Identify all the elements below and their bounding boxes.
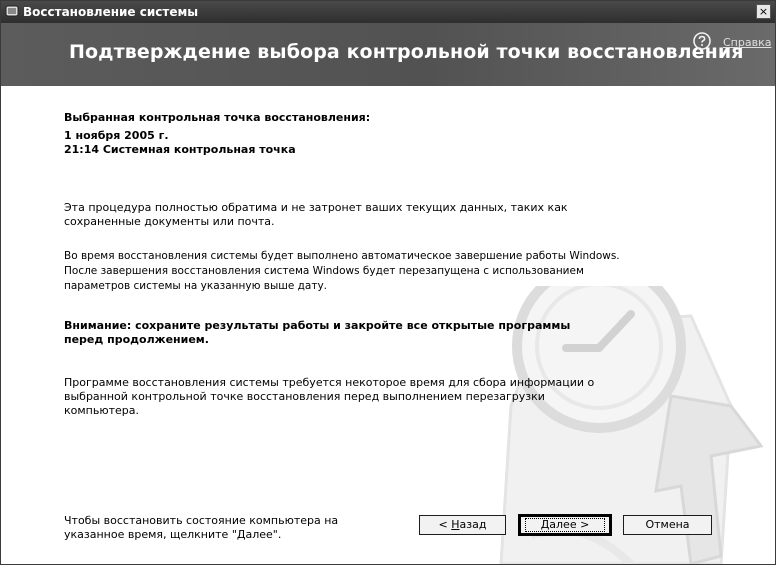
time-info-text: Программе восстановления системы требует… [64, 376, 595, 417]
title-bar[interactable]: Восстановление системы × [1, 1, 775, 23]
wizard-header: Подтверждение выбора контрольной точки в… [1, 23, 775, 86]
back-button-prefix: < [438, 518, 452, 531]
next-button-mnemonic: Д [540, 518, 550, 531]
help-link[interactable]: Справка [723, 36, 771, 49]
wizard-content: Выбранная контрольная точка восстановлен… [1, 86, 775, 564]
selected-point-label: Выбранная контрольная точка восстановлен… [64, 111, 371, 124]
shutdown-info-text: Во время восстановления системы будет вы… [64, 250, 620, 292]
back-button-mnemonic: Н [451, 518, 460, 531]
selected-point-date: 1 ноября 2005 г. [64, 129, 169, 142]
bottom-hint-text: Чтобы восстановить состояние компьютера … [64, 514, 339, 541]
selected-point-description: 21:14 Системная контрольная точка [64, 143, 296, 156]
reversible-info-text: Эта процедура полностью обратима и не за… [64, 201, 568, 228]
next-button-label: алее > [549, 518, 590, 531]
next-button[interactable]: Далее > [518, 514, 612, 536]
back-button-label: азад [459, 518, 487, 531]
question-icon[interactable] [693, 32, 711, 50]
warning-text: Внимание: сохраните результаты работы и … [64, 319, 571, 346]
system-restore-app-icon [5, 5, 19, 17]
back-button[interactable]: < Назад [419, 515, 506, 535]
next-button-focus: Далее > [525, 518, 605, 532]
page-title: Подтверждение выбора контрольной точки в… [69, 41, 744, 63]
close-button[interactable]: × [756, 4, 771, 19]
system-restore-window: Восстановление системы × Подтверждение в… [0, 0, 776, 565]
window-title: Восстановление системы [23, 5, 199, 19]
cancel-button[interactable]: Отмена [623, 515, 712, 535]
